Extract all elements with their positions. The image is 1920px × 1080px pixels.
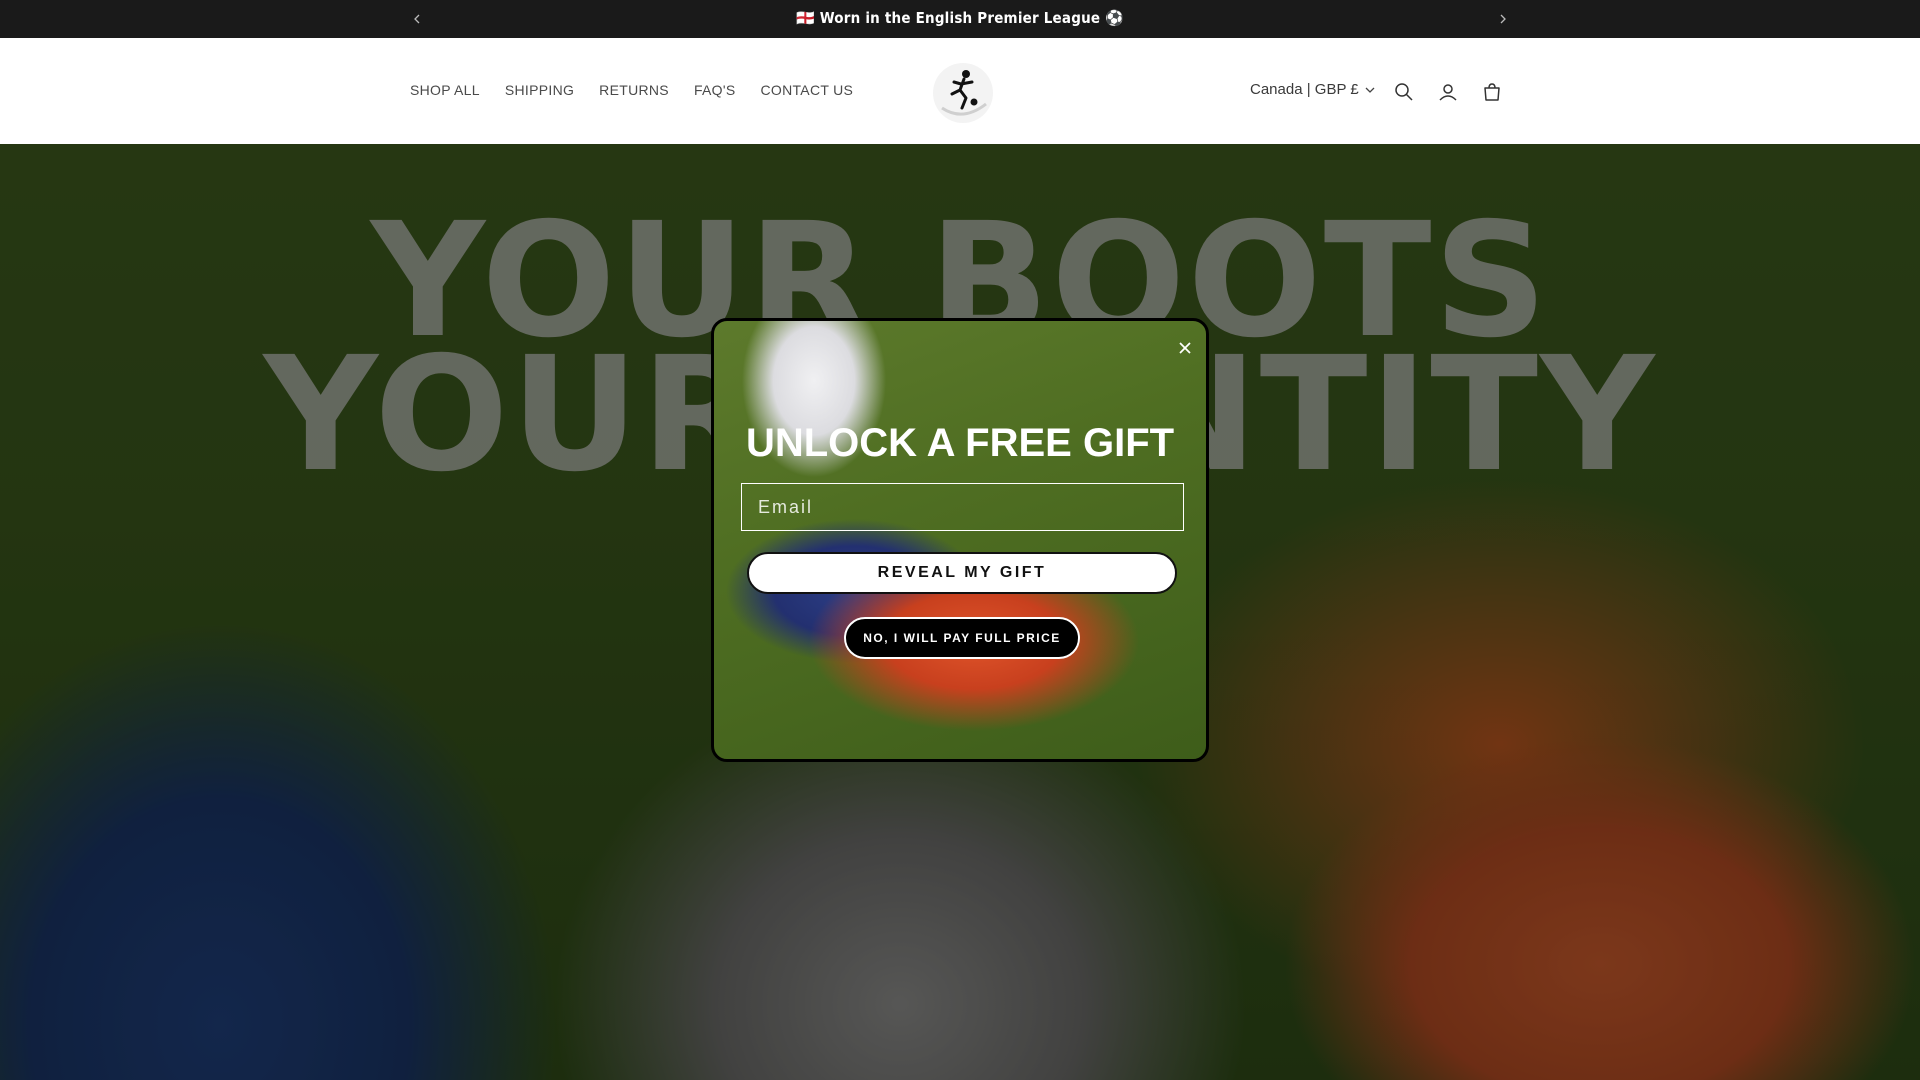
- cart-icon[interactable]: [1480, 80, 1504, 104]
- announcement-text[interactable]: 🏴󠁧󠁢󠁥󠁮󠁧󠁿 Worn in the English Premier Leag…: [0, 0, 1920, 36]
- nav-returns[interactable]: RETURNS: [599, 82, 669, 98]
- currency-selector[interactable]: Canada | GBP £: [1250, 81, 1375, 98]
- site-header: SHOP ALL SHIPPING RETURNS FAQ'S CONTACT …: [0, 38, 1920, 144]
- search-icon[interactable]: [1392, 80, 1416, 104]
- main-nav: SHOP ALL SHIPPING RETURNS FAQ'S CONTACT …: [410, 82, 878, 98]
- gift-popup: UNLOCK A FREE GIFT REVEAL MY GIFT NO, I …: [711, 318, 1209, 762]
- currency-label: Canada | GBP £: [1250, 81, 1359, 98]
- nav-faqs[interactable]: FAQ'S: [694, 82, 736, 98]
- nav-contact-us[interactable]: CONTACT US: [760, 82, 853, 98]
- nav-shop-all[interactable]: SHOP ALL: [410, 82, 480, 98]
- reveal-gift-button[interactable]: REVEAL MY GIFT: [747, 552, 1177, 594]
- account-icon[interactable]: [1436, 80, 1460, 104]
- chevron-right-icon[interactable]: [1494, 10, 1512, 28]
- close-icon[interactable]: [1174, 337, 1196, 359]
- nav-shipping[interactable]: SHIPPING: [505, 82, 574, 98]
- announcement-bar: 🏴󠁧󠁢󠁥󠁮󠁧󠁿 Worn in the English Premier Leag…: [0, 0, 1920, 38]
- decline-offer-button[interactable]: NO, I WILL PAY FULL PRICE: [844, 617, 1080, 659]
- email-field[interactable]: [741, 483, 1184, 531]
- chevron-down-icon: [1365, 87, 1375, 93]
- popup-title: UNLOCK A FREE GIFT: [745, 421, 1175, 465]
- footballer-logo-icon[interactable]: [928, 58, 998, 128]
